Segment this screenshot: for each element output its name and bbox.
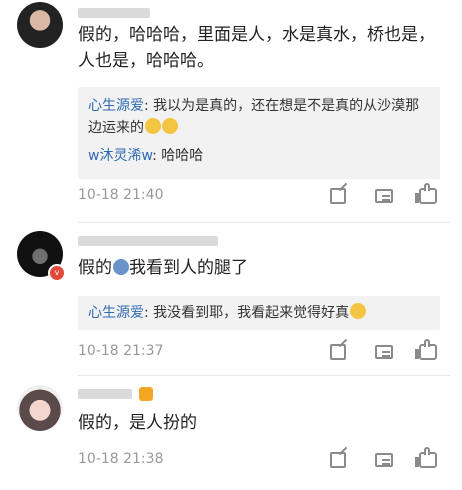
like-button[interactable] — [415, 339, 440, 364]
timestamp: 10-18 21:38 — [78, 451, 164, 467]
comment-meta: 10-18 21:37 — [78, 339, 440, 364]
divider — [78, 375, 450, 376]
thumbs-up-icon — [415, 339, 437, 360]
reply-item[interactable]: w沐灵浠w: 哈哈哈 — [88, 145, 430, 167]
laugh-emoji-icon — [162, 118, 178, 134]
like-button[interactable] — [415, 447, 440, 472]
badge-icon — [139, 387, 153, 401]
avatar[interactable] — [17, 385, 63, 431]
thumbs-up-icon — [415, 183, 437, 204]
reply-text: : 我没看到耶，我看起来觉得好真 — [144, 305, 350, 321]
reply-username[interactable]: 心生源爱 — [88, 305, 144, 321]
shock-emoji-icon — [113, 259, 129, 275]
reply-username[interactable]: w沐灵浠w — [88, 148, 152, 164]
timestamp: 10-18 21:37 — [78, 343, 164, 359]
timestamp: 10-18 21:40 — [78, 187, 164, 203]
vip-badge-icon: v — [48, 264, 66, 282]
reply-button[interactable] — [372, 184, 396, 208]
username-hidden — [78, 8, 150, 18]
chat-bubble-icon — [375, 189, 393, 203]
thumbs-up-icon — [415, 447, 437, 468]
reply-button[interactable] — [372, 340, 396, 364]
avatar[interactable] — [17, 2, 63, 48]
edit-button[interactable] — [326, 340, 350, 364]
reply-button[interactable] — [372, 448, 396, 472]
like-button[interactable] — [415, 183, 440, 208]
edit-button[interactable] — [326, 184, 350, 208]
reply-username[interactable]: 心生源爱 — [88, 98, 144, 114]
comment-text: 假的，是人扮的 — [78, 413, 197, 433]
edit-button[interactable] — [326, 448, 350, 472]
reply-item[interactable]: 心生源爱: 我没看到耶，我看起来觉得好真 — [88, 302, 430, 324]
reply-box[interactable]: 心生源爱: 我没看到耶，我看起来觉得好真 — [78, 296, 440, 330]
comment-actions — [320, 183, 440, 208]
laugh-emoji-icon — [350, 303, 367, 319]
comment-text: 假的 我看到人的腿了 — [78, 258, 248, 278]
reply-item[interactable]: 心生源爱: 我以为是真的，还在想是不是真的从沙漠那边运来的 — [88, 95, 430, 139]
laugh-emoji-icon — [145, 118, 161, 134]
pencil-square-icon — [330, 188, 346, 204]
comment-meta: 10-18 21:40 — [78, 183, 440, 208]
pencil-square-icon — [330, 344, 346, 360]
comment-text: 假的，哈哈哈，里面是人，水是真水，桥也是，人也是，哈哈哈。 — [78, 25, 435, 71]
comment-actions — [320, 339, 440, 364]
username-hidden — [78, 389, 132, 399]
reply-box[interactable]: 心生源爱: 我以为是真的，还在想是不是真的从沙漠那边运来的 w沐灵浠w: 哈哈哈 — [78, 87, 440, 179]
chat-bubble-icon — [375, 453, 393, 467]
comment-actions — [320, 447, 440, 472]
divider — [78, 222, 450, 223]
pencil-square-icon — [330, 452, 346, 468]
reply-text: : 哈哈哈 — [152, 148, 204, 164]
chat-bubble-icon — [375, 345, 393, 359]
username-hidden — [78, 236, 218, 246]
comment-meta: 10-18 21:38 — [78, 447, 440, 472]
